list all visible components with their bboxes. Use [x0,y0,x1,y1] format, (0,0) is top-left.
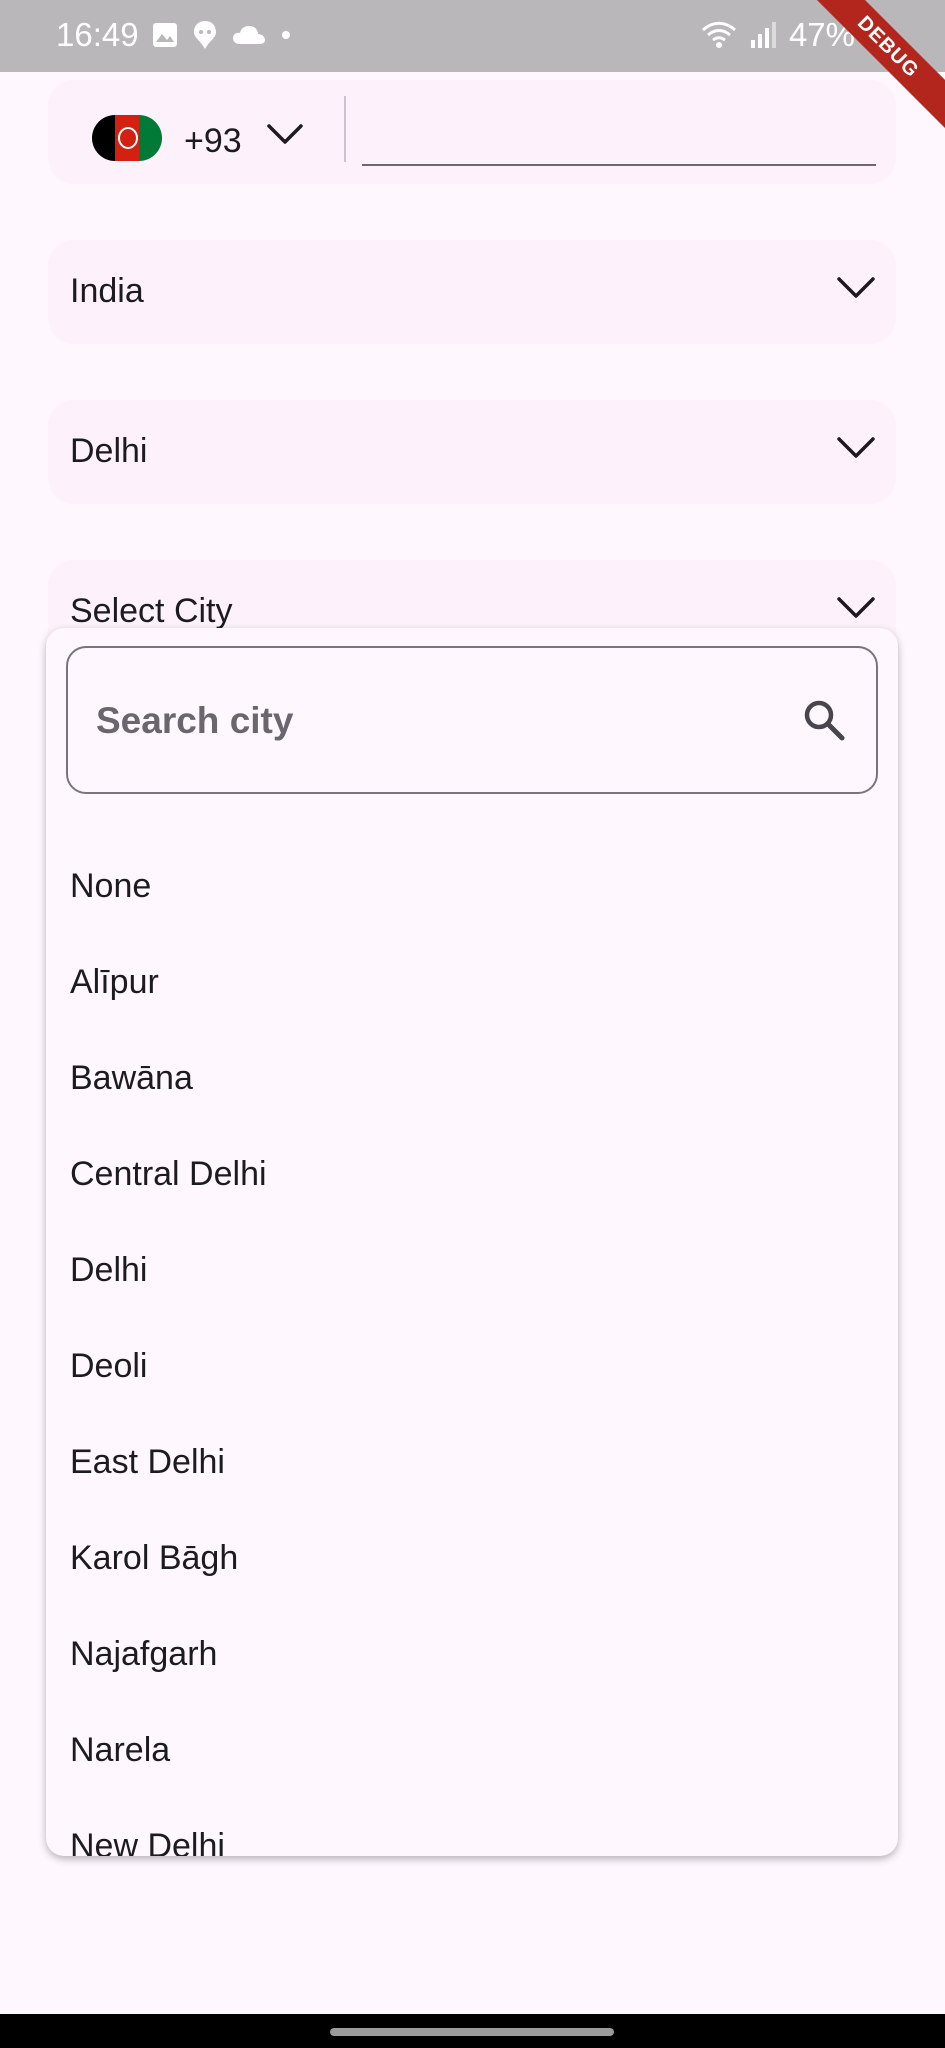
list-item[interactable]: New Delhi [46,1798,898,1856]
list-item[interactable]: East Delhi [46,1414,898,1510]
wifi-icon [701,21,736,48]
list-item[interactable]: Narela [46,1702,898,1798]
list-item[interactable]: Alīpur [46,934,898,1030]
country-dropdown-value: India [70,272,144,310]
status-bar: 16:49 47% DEBUG [0,0,945,141]
country-flag-icon[interactable] [92,115,162,161]
phone-number-input[interactable] [362,164,876,166]
search-field[interactable] [66,646,878,794]
assistant-icon [194,21,216,49]
search-input[interactable] [94,694,778,748]
phone-field: +93 [48,80,896,184]
state-dropdown-value: Delhi [70,432,148,470]
home-handle[interactable] [330,2028,614,2036]
cloud-icon [233,26,265,44]
signal-icon [750,22,776,48]
state-dropdown[interactable]: Delhi [48,400,896,504]
chevron-down-icon [837,277,875,298]
divider [344,96,346,162]
country-dropdown[interactable]: India [48,240,896,344]
chevron-down-icon[interactable] [266,122,304,146]
list-item[interactable]: Najafgarh [46,1606,898,1702]
search-icon [804,700,845,741]
status-notification-icons [152,20,292,50]
list-item[interactable]: Central Delhi [46,1126,898,1222]
city-dropdown-menu: None Alīpur Bawāna Central Delhi Delhi D… [46,628,898,1856]
chevron-down-icon [837,597,875,618]
chevron-down-icon [837,437,875,458]
city-list: None Alīpur Bawāna Central Delhi Delhi D… [46,838,898,1856]
city-dropdown-value: Select City [70,592,233,630]
list-item[interactable]: None [46,838,898,934]
list-item[interactable]: Karol Bāgh [46,1510,898,1606]
list-item[interactable]: Delhi [46,1222,898,1318]
dot-icon [282,31,290,39]
list-item[interactable]: Bawāna [46,1030,898,1126]
gallery-icon [153,23,177,47]
dial-code[interactable]: +93 [184,122,242,161]
list-item[interactable]: Deoli [46,1318,898,1414]
status-time: 16:49 [56,16,139,53]
navigation-bar [0,2014,945,2048]
